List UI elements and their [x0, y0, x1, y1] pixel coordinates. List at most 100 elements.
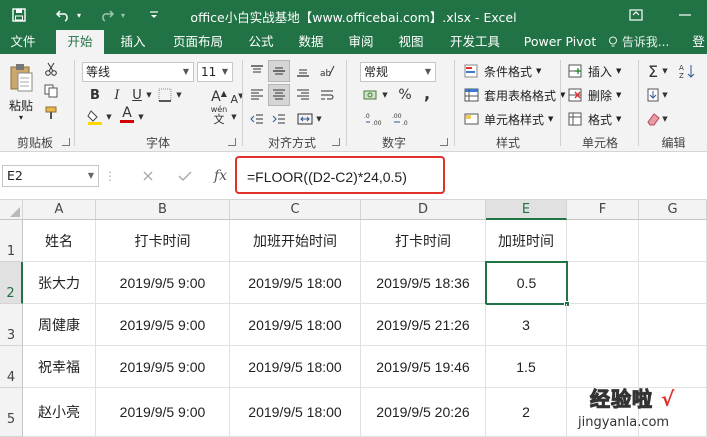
number-format-select[interactable]: 常规 ▼	[360, 62, 436, 82]
cell-d3[interactable]: 2019/9/5 21:26	[361, 304, 486, 346]
fill-dropdown-icon[interactable]: ▼	[660, 86, 670, 104]
autosum-dropdown-icon[interactable]: ▼	[660, 62, 670, 80]
cell-e3[interactable]: 3	[486, 304, 567, 346]
decrease-indent-icon[interactable]	[248, 110, 266, 128]
cell-a2[interactable]: 张大力	[23, 262, 96, 304]
phonetic-guide-icon[interactable]: wén 文	[206, 105, 232, 125]
cell-a3[interactable]: 周健康	[23, 304, 96, 346]
cell-c2[interactable]: 2019/9/5 18:00	[230, 262, 361, 304]
align-center-icon[interactable]	[268, 84, 290, 106]
cell-d4[interactable]: 2019/9/5 19:46	[361, 346, 486, 388]
cell-b4[interactable]: 2019/9/5 9:00	[96, 346, 230, 388]
format-painter-icon[interactable]	[42, 104, 60, 122]
clear-dropdown-icon[interactable]: ▼	[660, 110, 670, 128]
phonetic-dropdown-icon[interactable]: ▼	[230, 108, 238, 126]
row-header-1[interactable]: 1	[0, 220, 23, 262]
cell-c5[interactable]: 2019/9/5 18:00	[230, 388, 361, 437]
cell-g2[interactable]	[639, 262, 707, 304]
select-all-corner[interactable]	[0, 200, 23, 220]
row-header-2[interactable]: 2	[0, 262, 23, 304]
font-size-select[interactable]: 11 ▼	[197, 62, 233, 82]
cell-g1[interactable]	[639, 220, 707, 262]
cell-a5[interactable]: 赵小亮	[23, 388, 96, 437]
conditional-formatting-button[interactable]: 条件格式 ▼	[464, 62, 541, 80]
cell-c1[interactable]: 加班开始时间	[230, 220, 361, 262]
cell-a4[interactable]: 祝幸福	[23, 346, 96, 388]
tab-power-pivot[interactable]: Power Pivot	[516, 30, 604, 54]
cell-b3[interactable]: 2019/9/5 9:00	[96, 304, 230, 346]
tab-file[interactable]: 文件	[0, 30, 46, 54]
enter-formula-icon[interactable]	[178, 165, 192, 187]
bold-button[interactable]: B	[86, 86, 104, 104]
row-header-3[interactable]: 3	[0, 304, 23, 346]
paste-button[interactable]: 粘贴	[6, 98, 36, 113]
cell-b2[interactable]: 2019/9/5 9:00	[96, 262, 230, 304]
accounting-format-icon[interactable]	[362, 86, 380, 104]
paste-icon[interactable]	[6, 60, 36, 96]
format-as-table-button[interactable]: 套用表格格式 ▼	[464, 86, 565, 104]
ribbon-display-options-icon[interactable]	[614, 0, 658, 30]
cell-g3[interactable]	[639, 304, 707, 346]
cell-f1[interactable]	[567, 220, 639, 262]
insert-cells-button[interactable]: 插入 ▼	[568, 62, 621, 80]
row-header-4[interactable]: 4	[0, 346, 23, 388]
column-header-a[interactable]: A	[23, 200, 96, 220]
font-launcher-icon[interactable]	[228, 138, 236, 146]
tab-insert[interactable]: 插入	[110, 30, 156, 54]
column-header-g[interactable]: G	[639, 200, 707, 220]
align-right-icon[interactable]	[294, 86, 312, 104]
cell-d1[interactable]: 打卡时间	[361, 220, 486, 262]
column-header-e[interactable]: E	[486, 200, 567, 220]
cell-c3[interactable]: 2019/9/5 18:00	[230, 304, 361, 346]
cell-e4[interactable]: 1.5	[486, 346, 567, 388]
cell-a1[interactable]: 姓名	[23, 220, 96, 262]
font-name-select[interactable]: 等线 ▼	[82, 62, 194, 82]
wrap-text-icon[interactable]	[318, 86, 336, 104]
format-cells-button[interactable]: 格式 ▼	[568, 110, 621, 128]
tab-page-layout[interactable]: 页面布局	[162, 30, 234, 54]
cell-f4[interactable]	[567, 346, 639, 388]
align-left-icon[interactable]	[248, 86, 266, 104]
column-header-f[interactable]: F	[567, 200, 639, 220]
column-header-b[interactable]: B	[96, 200, 230, 220]
italic-button[interactable]: I	[108, 86, 126, 104]
font-color-dropdown-icon[interactable]: ▼	[136, 108, 146, 126]
row-header-5[interactable]: 5	[0, 388, 23, 437]
cell-b1[interactable]: 打卡时间	[96, 220, 230, 262]
alignment-launcher-icon[interactable]	[332, 138, 340, 146]
underline-dropdown-icon[interactable]: ▼	[144, 86, 154, 104]
cell-g4[interactable]	[639, 346, 707, 388]
cell-e2-active[interactable]: 0.5	[485, 261, 568, 305]
align-bottom-icon[interactable]	[294, 62, 312, 80]
tab-home[interactable]: 开始	[56, 30, 104, 54]
borders-dropdown-icon[interactable]: ▼	[174, 86, 184, 104]
align-middle-icon[interactable]	[268, 60, 290, 82]
tell-me-search[interactable]: 告诉我...	[608, 30, 692, 54]
accounting-dropdown-icon[interactable]: ▼	[380, 86, 390, 104]
clipboard-launcher-icon[interactable]	[62, 138, 70, 146]
cell-b5[interactable]: 2019/9/5 9:00	[96, 388, 230, 437]
cell-e1[interactable]: 加班时间	[486, 220, 567, 262]
cell-d5[interactable]: 2019/9/5 20:26	[361, 388, 486, 437]
number-launcher-icon[interactable]	[440, 138, 448, 146]
sign-in-link[interactable]: 登	[690, 30, 707, 54]
merge-dropdown-icon[interactable]: ▼	[314, 110, 324, 128]
minimize-icon[interactable]	[663, 0, 707, 30]
percent-style-button[interactable]: %	[396, 86, 414, 104]
delete-cells-button[interactable]: 删除 ▼	[568, 86, 621, 104]
insert-function-icon[interactable]: fx	[214, 165, 227, 187]
tab-data[interactable]: 数据	[288, 30, 334, 54]
column-header-d[interactable]: D	[361, 200, 486, 220]
cell-d2[interactable]: 2019/9/5 18:36	[361, 262, 486, 304]
cell-e5[interactable]: 2	[486, 388, 567, 437]
fill-color-dropdown-icon[interactable]: ▼	[104, 108, 114, 126]
cut-icon[interactable]	[42, 60, 60, 78]
comma-style-button[interactable]: ,	[418, 84, 436, 103]
tab-formulas[interactable]: 公式	[238, 30, 284, 54]
paste-dropdown-icon[interactable]: ▾	[16, 112, 26, 122]
fill-color-icon[interactable]	[86, 108, 104, 126]
cell-f2[interactable]	[567, 262, 639, 304]
orientation-icon[interactable]: ab	[318, 62, 336, 80]
cancel-formula-icon[interactable]	[142, 165, 154, 187]
merge-center-icon[interactable]	[296, 110, 314, 128]
